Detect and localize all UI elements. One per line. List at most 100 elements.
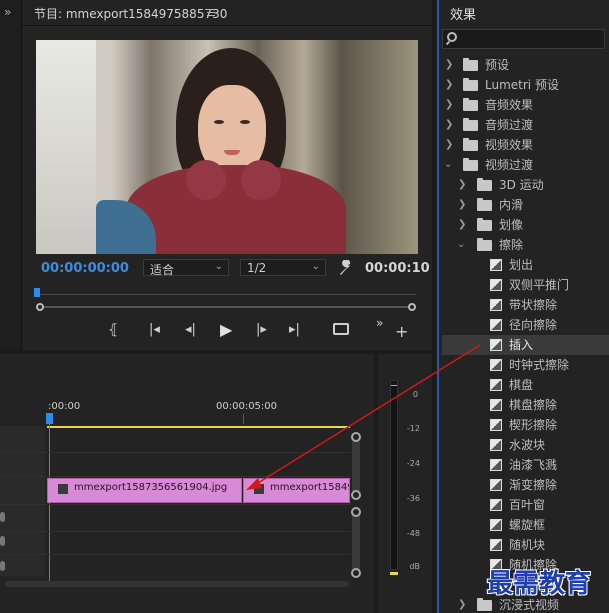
clip-a-label: mmexport1587356561904.jpg (74, 482, 228, 493)
transition-effect-icon (490, 519, 502, 531)
tree-item-3d-motion[interactable]: ❯ 3D 运动 (442, 175, 609, 195)
meter-unit: dB (409, 562, 420, 571)
transition-effect-icon (490, 359, 502, 371)
effect-item[interactable]: 随机块 (442, 535, 609, 555)
effect-item[interactable]: 棋盘 (442, 375, 609, 395)
effect-item[interactable]: 径向擦除 (442, 315, 609, 335)
effect-item[interactable]: 双侧平推门 (442, 275, 609, 295)
effect-item[interactable]: 油漆飞溅 (442, 455, 609, 475)
effect-item[interactable]: 螺旋框 (442, 515, 609, 535)
effect-item[interactable]: 百叶窗 (442, 495, 609, 515)
play-icon[interactable]: ▶ (220, 320, 232, 339)
transition-effect-icon (490, 299, 502, 311)
transition-effect-icon (490, 459, 502, 471)
resolution-select[interactable]: 1/2 ⌄ (240, 259, 326, 276)
step-back-icon[interactable]: ◂| (185, 322, 196, 337)
transition-effect-icon (490, 279, 502, 291)
vertical-zoom-bar[interactable] (352, 436, 360, 494)
go-to-out-icon[interactable]: ▸| (289, 322, 300, 337)
effect-item-selected[interactable]: 插入 (442, 335, 609, 355)
effect-item[interactable]: 棋盘擦除 (442, 395, 609, 415)
ruler-mark-label: 00:00:05:00 (216, 401, 278, 412)
audio-meter-panel: 0 -12 -24 -36 -48 dB (378, 354, 432, 613)
current-timecode[interactable]: 00:00:00:00 (41, 261, 129, 276)
tree-item-video-effects[interactable]: ❯ 视频效果 (442, 135, 609, 155)
folder-icon (463, 138, 478, 151)
chevron-right-icon: ❯ (458, 179, 467, 190)
fx-badge-icon (254, 484, 264, 494)
effect-label: 螺旋框 (509, 518, 546, 532)
tree-item-video-transitions[interactable]: ⌄ 视频过渡 (442, 155, 609, 175)
go-to-in-icon[interactable]: |◂ (149, 322, 160, 337)
meter-level: -12 (406, 424, 420, 433)
work-area-bar[interactable] (47, 426, 350, 428)
clip-b[interactable]: mmexport15849758 (243, 478, 350, 503)
effects-title[interactable]: 效果 (450, 4, 476, 23)
hamburger-icon[interactable] (207, 9, 215, 16)
monitor-playhead[interactable] (34, 288, 40, 297)
chevron-right-icon: ❯ (445, 119, 454, 130)
tree-item-wipe[interactable]: ⌄ 擦除 (442, 235, 609, 255)
clip-a[interactable]: mmexport1587356561904.jpg (47, 478, 242, 503)
chevron-right-icon: ❯ (445, 139, 454, 150)
tree-item-iris[interactable]: ❯ 划像 (442, 215, 609, 235)
add-button-icon[interactable]: + (395, 322, 408, 341)
tree-label: Lumetri 预设 (485, 78, 559, 92)
effect-label: 时钟式擦除 (509, 358, 570, 372)
panel-collapse-icon[interactable]: » (4, 5, 11, 19)
fit-select[interactable]: 适合 ⌄ (143, 259, 229, 277)
program-monitor-title[interactable]: 节目: mmexport1584975885730 (34, 5, 227, 22)
transition-effect-icon (490, 339, 502, 351)
effect-item[interactable]: 带状擦除 (442, 295, 609, 315)
meter-bar (390, 380, 398, 570)
meter-level: -24 (406, 459, 420, 468)
tree-item-slide[interactable]: ❯ 内滑 (442, 195, 609, 215)
mark-in-icon[interactable]: ⦃ (108, 322, 118, 338)
preset-bin-icon (463, 58, 478, 71)
tree-item-audio-transitions[interactable]: ❯ 音频过渡 (442, 115, 609, 135)
meter-level: 0 (412, 390, 418, 399)
effect-label: 带状擦除 (509, 298, 558, 312)
mic-icon[interactable] (0, 561, 5, 571)
chevron-right-icon: ❯ (445, 79, 454, 90)
effect-item[interactable]: 楔形擦除 (442, 415, 609, 435)
horizontal-scrollbar[interactable] (5, 581, 349, 587)
effect-label: 径向擦除 (509, 318, 558, 332)
chevron-right-icon: ❯ (458, 219, 467, 230)
tree-item-presets[interactable]: ❯ 预设 (442, 55, 609, 75)
effect-label: 油漆飞溅 (509, 458, 558, 472)
folder-icon (463, 98, 478, 111)
time-ruler[interactable] (47, 414, 350, 426)
export-frame-icon[interactable] (333, 323, 349, 335)
effect-item[interactable]: 水波块 (442, 435, 609, 455)
fit-select-value: 适合 (150, 263, 175, 277)
tree-label: 内滑 (499, 198, 524, 212)
search-input[interactable] (442, 29, 605, 49)
fx-badge-icon (58, 484, 68, 494)
more-controls-icon[interactable]: » (376, 316, 383, 330)
folder-icon (477, 218, 492, 231)
effect-label: 插入 (509, 338, 534, 352)
left-collapse-strip[interactable] (0, 0, 22, 350)
clip-b-label: mmexport15849758 (270, 482, 349, 493)
tree-label: 擦除 (499, 238, 524, 252)
transition-effect-icon (490, 399, 502, 411)
effect-item[interactable]: 划出 (442, 255, 609, 275)
effect-item[interactable]: 时钟式擦除 (442, 355, 609, 375)
monitor-zoom-bar[interactable] (36, 303, 416, 311)
tree-item-audio-effects[interactable]: ❯ 音频效果 (442, 95, 609, 115)
step-forward-icon[interactable]: |▸ (256, 322, 267, 337)
chevron-right-icon: ❯ (445, 59, 454, 70)
mic-icon[interactable] (0, 536, 5, 546)
vertical-zoom-bar-audio[interactable] (352, 512, 360, 576)
timeline-playhead[interactable] (46, 413, 53, 424)
effect-item[interactable]: 渐变擦除 (442, 475, 609, 495)
mic-icon[interactable] (0, 512, 5, 522)
chevron-down-icon: ⌄ (214, 261, 223, 272)
tree-item-lumetri[interactable]: ❯ Lumetri 预设 (442, 75, 609, 95)
transition-effect-icon (490, 499, 502, 511)
wrench-icon[interactable] (338, 260, 354, 276)
sweater-shape (126, 165, 346, 254)
monitor-ruler[interactable] (36, 284, 416, 300)
tree-label: 预设 (485, 58, 510, 72)
